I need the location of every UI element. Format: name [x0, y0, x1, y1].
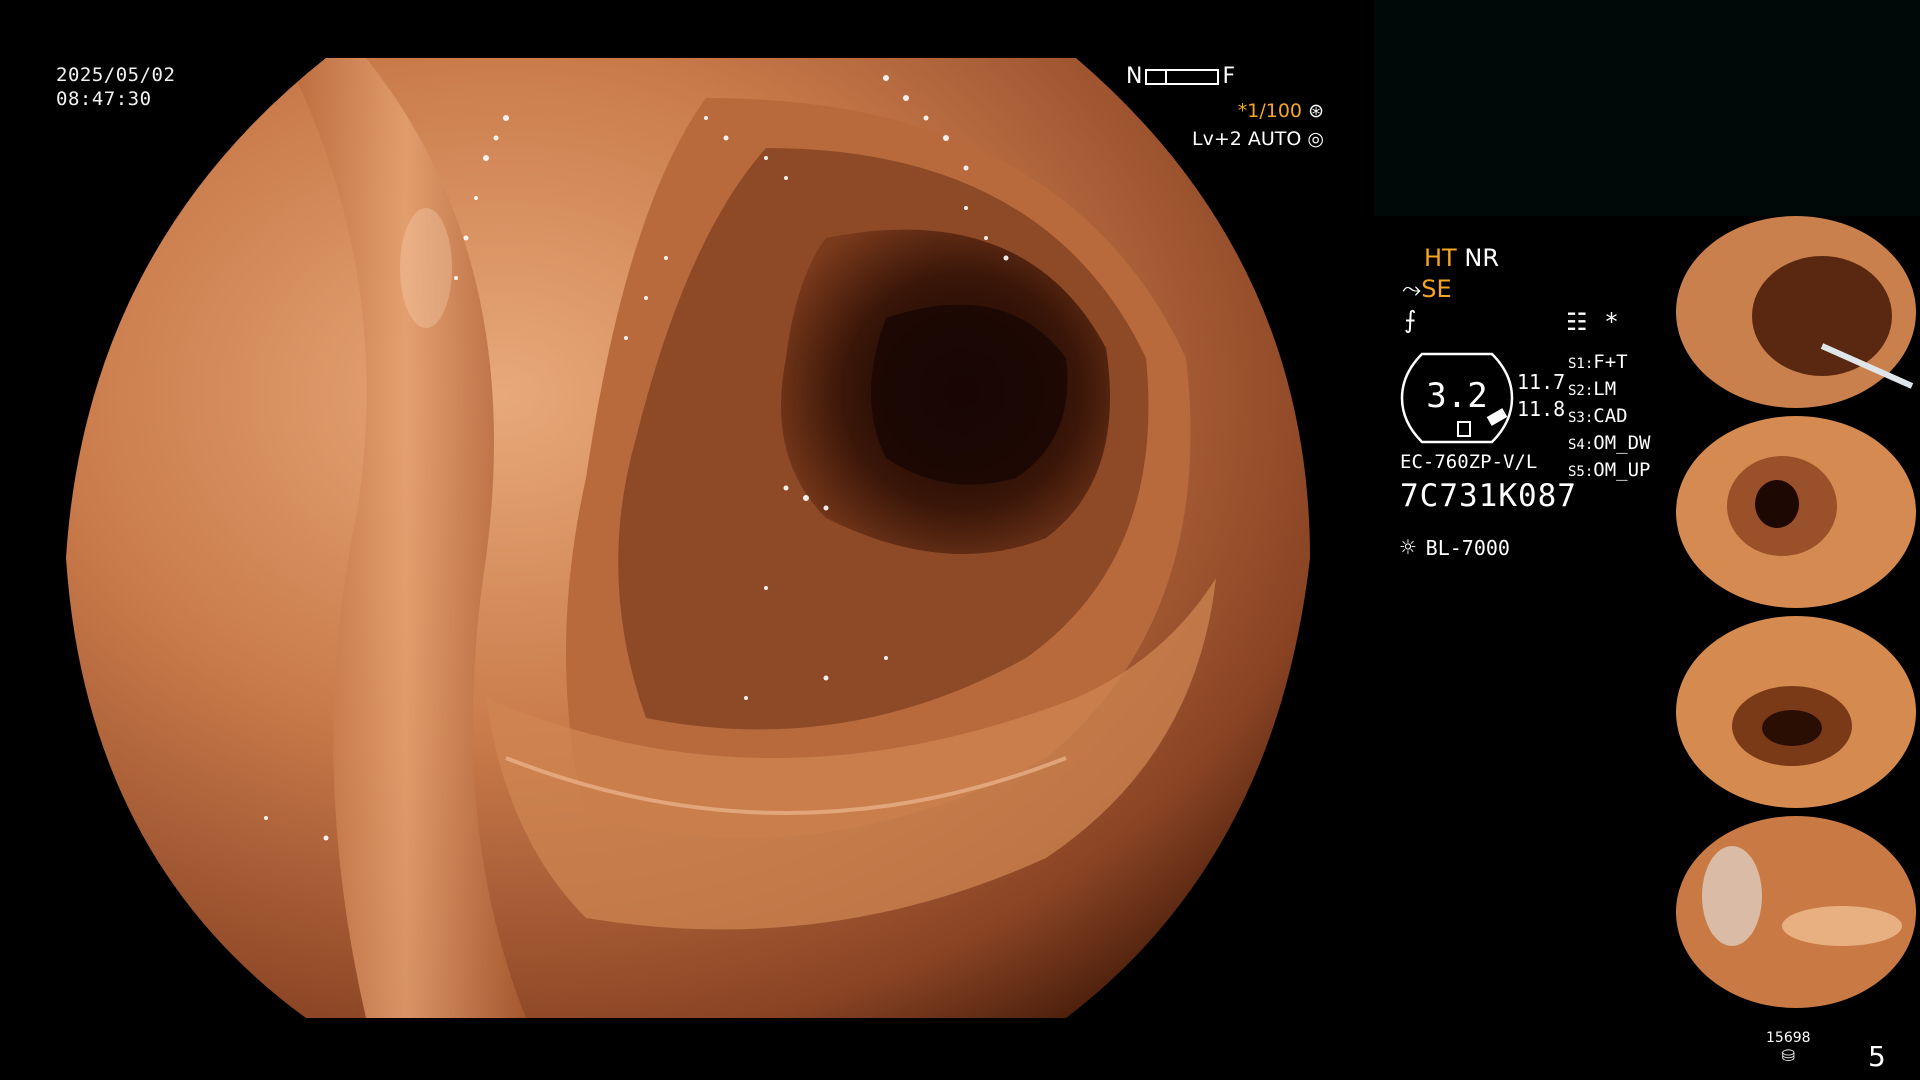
star-label: *	[1605, 308, 1618, 336]
s-function-item: S5:OM_UP	[1568, 459, 1651, 481]
image-count: 15698	[1766, 1030, 1811, 1046]
iris-icon: ◎	[1307, 128, 1324, 150]
menu-icons: ☷ *	[1566, 308, 1618, 336]
near-label: N	[1126, 64, 1143, 89]
freeze-icon: ⨍	[1404, 306, 1417, 334]
lamp-icon: ☼	[1400, 533, 1416, 563]
date-label: 2025/05/02	[56, 64, 176, 86]
s-function-item: S2:LM	[1568, 378, 1617, 400]
s-function-item: S4:OM_DW	[1568, 432, 1651, 454]
thumbnail-4[interactable]	[1672, 816, 1920, 1010]
readouts: 11.7 11.8	[1517, 369, 1565, 423]
s-function-item: S3:CAD	[1568, 405, 1628, 427]
readout-2: 11.8	[1517, 397, 1566, 421]
aperture-icon: ⊛	[1308, 100, 1324, 122]
near-far-indicator: N F	[1126, 64, 1235, 89]
list-icon: ☷	[1566, 308, 1588, 336]
shutter-value: *1/100	[1237, 100, 1303, 122]
thumbnail-1[interactable]	[1672, 216, 1920, 410]
far-label: F	[1222, 64, 1236, 89]
scope-tip-icon: ⤳	[1402, 275, 1422, 303]
thumbnail-2[interactable]	[1672, 416, 1920, 610]
se-label: SE	[1421, 275, 1452, 303]
light-source: ☼ BL-7000	[1400, 533, 1510, 563]
endoscopic-view	[66, 58, 1310, 1018]
focus-bar	[1145, 68, 1220, 85]
nr-label: NR	[1464, 244, 1499, 272]
ht-label: HT	[1424, 244, 1457, 272]
storage-icon: ⛁	[1781, 1046, 1795, 1065]
thumbnail-3[interactable]	[1672, 616, 1920, 810]
ht-nr-row: HT NR	[1424, 244, 1499, 272]
light-mode: AUTO	[1247, 128, 1302, 150]
gauge-value: 3.2	[1426, 376, 1488, 416]
light-setting: Lv+2 AUTO ◎	[1192, 128, 1324, 150]
shutter-setting: *1/100 ⊛	[1238, 100, 1324, 122]
page-number: 5	[1868, 1040, 1886, 1073]
readout-1: 11.7	[1517, 370, 1566, 394]
light-source-label: BL-7000	[1425, 536, 1510, 560]
scope-model: EC-760ZP-V/L	[1400, 451, 1538, 473]
scope-serial: 7C731K087	[1400, 478, 1577, 514]
s-function-item: S1:F+T	[1568, 351, 1628, 373]
se-row: ⤳SE	[1402, 275, 1452, 303]
light-level: Lv+2	[1192, 128, 1242, 150]
info-panel-blank	[1374, 0, 1920, 216]
image-counter: 15698 ⛁	[1766, 1030, 1811, 1065]
s-function-list: S1:F+T S2:LM S3:CAD S4:OM_DW S5:OM_UP	[1568, 350, 1651, 485]
time-label: 08:47:30	[56, 88, 152, 110]
